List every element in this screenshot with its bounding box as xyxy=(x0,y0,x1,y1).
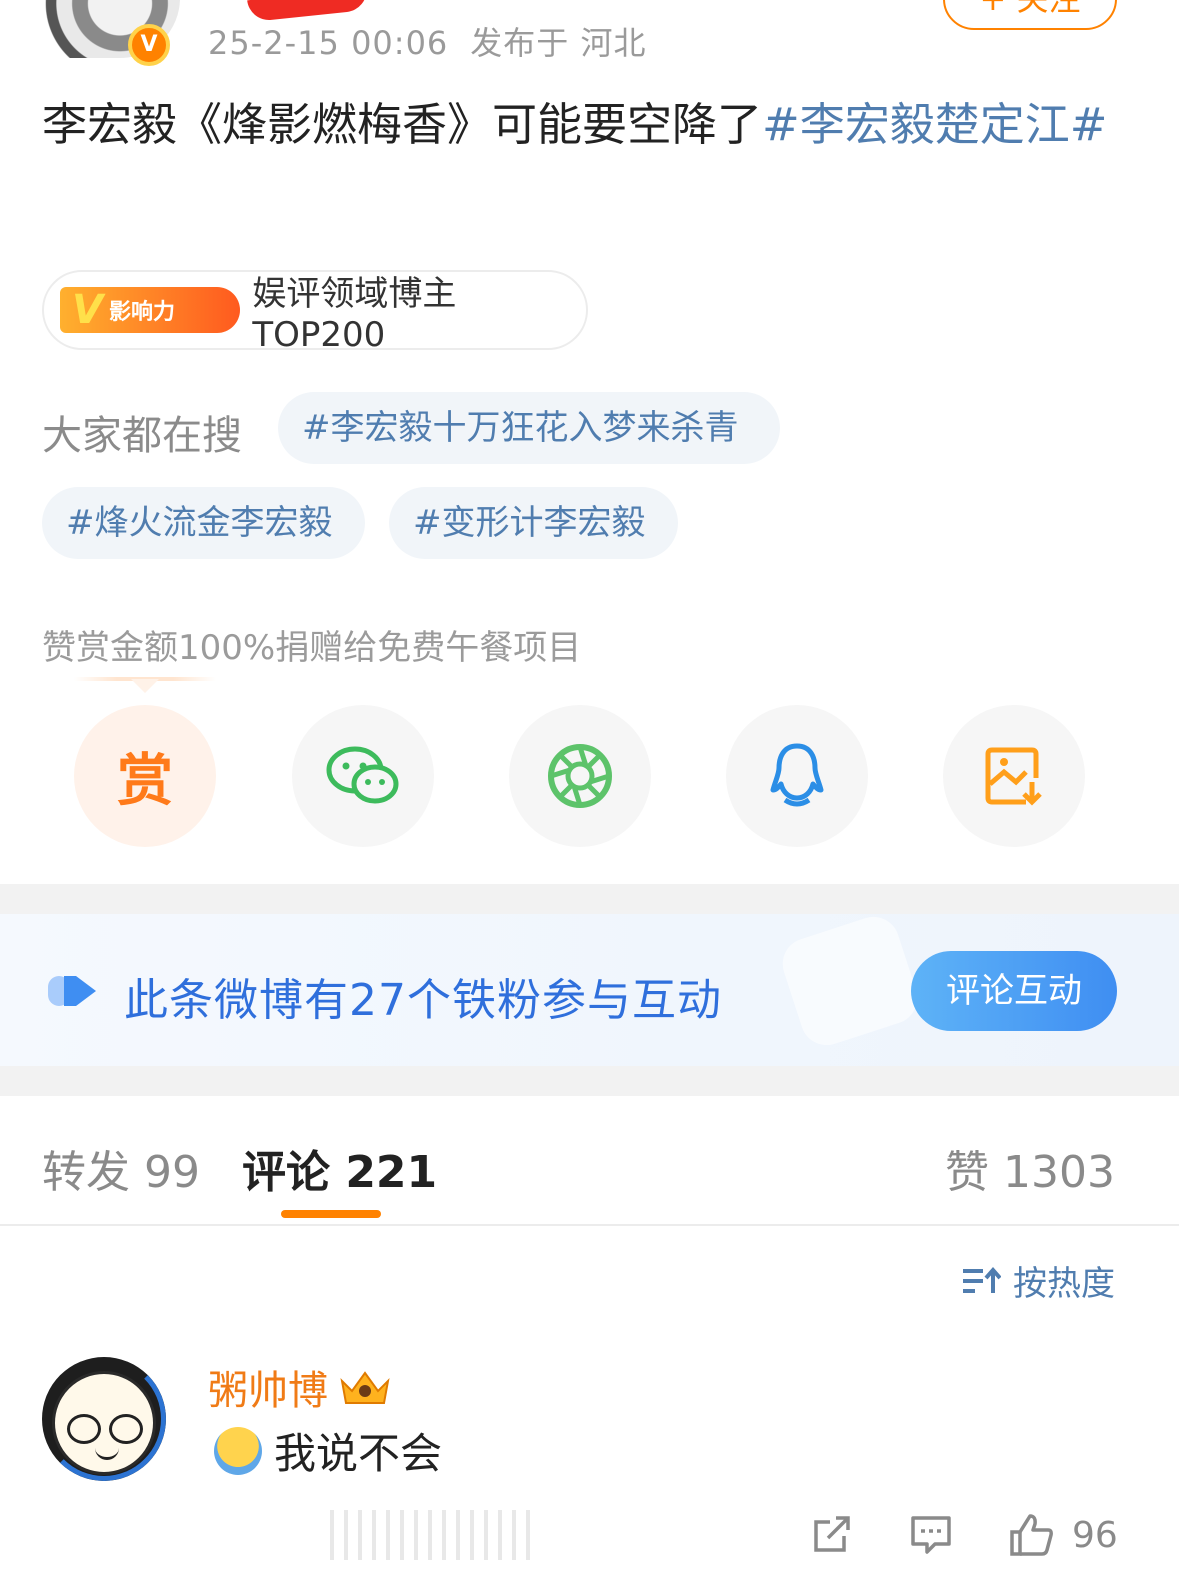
follow-button[interactable]: + 关注 xyxy=(943,0,1117,30)
share-moments-button[interactable] xyxy=(509,705,651,847)
comment-body: 我说不会 xyxy=(214,1420,442,1481)
fans-interaction-text: 此条微博有27个铁粉参与互动 xyxy=(124,975,722,1026)
active-tab-indicator xyxy=(281,1210,381,1218)
avatar-ring xyxy=(42,1357,166,1481)
verified-badge-icon: V xyxy=(128,24,170,66)
post-timestamp: 25-2-15 00:06 xyxy=(208,24,449,62)
trending-tag[interactable]: #变形计李宏毅 xyxy=(389,487,678,559)
like-count: 96 xyxy=(1072,1514,1118,1556)
thumbs-up-icon xyxy=(1010,1514,1053,1556)
section-divider xyxy=(0,884,1179,914)
commenter-name[interactable]: 粥帅博 xyxy=(208,1358,392,1416)
share-wechat-button[interactable] xyxy=(292,705,434,847)
reply-icon[interactable] xyxy=(909,1512,953,1556)
post-topic-link[interactable]: #李宏毅楚定江# xyxy=(762,98,1107,151)
sort-label: 按热度 xyxy=(1013,1264,1115,1304)
post-text-main: 李宏毅《烽影燃梅香》可能要空降了 xyxy=(42,98,763,151)
crown-badge-icon xyxy=(340,1371,390,1404)
commenter-avatar[interactable] xyxy=(42,1357,166,1481)
moments-icon xyxy=(548,744,612,808)
influence-label: 娱评领域博主TOP200 xyxy=(252,273,457,355)
reward-note: 赞赏金额100%捐赠给免费午餐项目 xyxy=(42,628,582,668)
fans-icon xyxy=(48,976,96,1006)
sort-selector[interactable]: 按热度 xyxy=(961,1256,1115,1305)
influence-logo-text: 影响力 xyxy=(108,300,175,325)
banner-decoration xyxy=(775,910,925,1052)
save-image-button[interactable] xyxy=(943,705,1085,847)
tab-repost[interactable]: 转发 99 xyxy=(42,1136,200,1200)
reward-button[interactable]: 赏 xyxy=(74,705,216,847)
section-divider xyxy=(0,1066,1179,1096)
share-qq-button[interactable] xyxy=(726,705,868,847)
post-tabs: 转发 99 评论 221 赞 1303 xyxy=(0,1096,1179,1226)
emoji-icon xyxy=(214,1426,262,1475)
qq-icon xyxy=(770,743,824,807)
trending-tag[interactable]: #李宏毅十万狂花入梦来杀青 xyxy=(278,392,780,464)
sort-icon xyxy=(963,1266,1001,1293)
trending-tag[interactable]: #烽火流金李宏毅 xyxy=(42,487,365,559)
tab-likes[interactable]: 赞 1303 xyxy=(945,1136,1115,1200)
post-meta: 25-2-15 00:06 发布于 河北 xyxy=(208,18,646,64)
loading-placeholder xyxy=(320,1510,540,1560)
share-icon[interactable] xyxy=(810,1512,854,1556)
wechat-icon xyxy=(326,746,399,804)
post-text: 李宏毅《烽影燃梅香》可能要空降了#李宏毅楚定江# xyxy=(42,92,1132,158)
influence-badge[interactable]: V 影响力 娱评领域博主TOP200 xyxy=(42,270,588,355)
influence-logo-letter: V xyxy=(72,287,103,333)
post-location: 发布于 河北 xyxy=(470,24,647,62)
reward-pointer xyxy=(74,677,216,693)
comment-interact-button[interactable]: 评论互动 xyxy=(911,951,1117,1031)
save-image-icon xyxy=(985,747,1042,806)
influence-logo: V 影响力 xyxy=(60,287,241,333)
trending-search-label: 大家都在搜 xyxy=(42,413,242,459)
comment-text: 我说不会 xyxy=(274,1429,443,1478)
tab-comments[interactable]: 评论 221 xyxy=(242,1136,437,1200)
like-button[interactable]: 96 xyxy=(1008,1512,1118,1558)
reward-icon: 赏 xyxy=(117,748,173,814)
commenter-username: 粥帅博 xyxy=(208,1368,328,1414)
fans-interaction-banner: 此条微博有27个铁粉参与互动 评论互动 xyxy=(0,910,1179,1066)
